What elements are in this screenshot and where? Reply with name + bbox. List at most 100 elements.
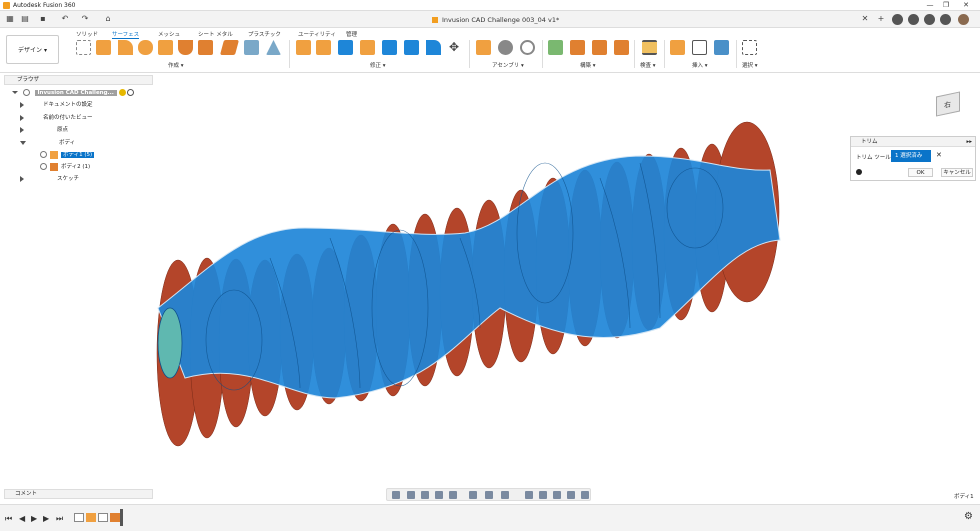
expand-icon[interactable] [20,175,24,182]
trim-icon[interactable] [338,40,353,55]
pan-icon[interactable] [421,491,429,499]
display-settings-icon[interactable] [469,491,477,499]
zoom-icon[interactable] [435,491,443,499]
table-icon[interactable] [296,40,311,55]
sweep-icon[interactable] [138,40,153,55]
effects-icon[interactable] [567,491,575,499]
collapse-icon[interactable] [12,91,18,94]
minimize-icon[interactable]: — [922,1,938,9]
timeline-feature-trim[interactable] [110,513,120,522]
body-surface[interactable] [157,155,781,399]
collapse-icon[interactable] [20,140,26,145]
group-assemble[interactable]: アセンブリ ▾ [492,61,524,69]
avatar[interactable] [958,14,969,25]
insert-mesh-icon[interactable] [692,40,707,55]
split-body-icon[interactable] [404,40,419,55]
new-tab-icon[interactable]: + [876,14,886,24]
browser-item-bodies[interactable]: ボディ [20,138,75,149]
cancel-button[interactable]: キャンセル [941,168,973,177]
object-visibility-icon[interactable] [581,491,589,499]
measure-icon[interactable] [642,40,657,55]
next-icon[interactable]: ▶ [43,514,49,523]
revolve-icon[interactable] [118,40,133,55]
extrude-icon[interactable] [96,40,111,55]
joint-icon[interactable] [498,40,513,55]
eye-icon[interactable] [22,89,30,96]
insert-derive-icon[interactable] [670,40,685,55]
timeline-feature-sketch[interactable] [74,513,84,522]
patch-icon[interactable] [178,40,193,55]
tab-utilities[interactable]: ユーティリティ [298,30,336,38]
view-cube[interactable]: 右 [928,88,966,120]
eye-icon[interactable] [40,163,47,170]
orbit-icon[interactable] [392,491,400,499]
browser-item-named-views[interactable]: 名前の付いたビュー [20,113,93,124]
tab-mesh[interactable]: メッシュ [158,30,180,38]
tab-sheet-metal[interactable]: シート メタル [198,30,233,38]
timeline-marker[interactable] [120,509,123,526]
browser-item-sketches[interactable]: スケッチ [20,174,79,185]
active-icon[interactable] [127,89,135,96]
previous-icon[interactable]: ◀ [19,514,25,523]
browser-item-body1[interactable]: ボディ1 (5) [40,150,95,161]
play-icon[interactable]: ▶ [31,514,37,523]
ok-button[interactable]: OK [908,168,933,177]
offset-plane-icon[interactable] [548,40,563,55]
midplane-icon[interactable] [592,40,607,55]
end-cap[interactable] [157,307,183,379]
split-face-icon[interactable] [382,40,397,55]
browser-header[interactable]: ブラウザ [4,75,153,85]
extensions-icon[interactable] [892,14,903,25]
tab-plastic[interactable]: プラスチック [248,30,281,38]
tab-manage[interactable]: 管理 [346,30,357,38]
grid-icon[interactable] [485,491,493,499]
loft-icon[interactable] [158,40,173,55]
tab-solid[interactable]: ソリッド [76,30,98,38]
document-tab[interactable]: Invusion CAD Challenge 003_04 v1* [432,12,559,28]
expand-icon[interactable] [20,126,24,133]
home-icon[interactable]: ⌂ [103,14,113,24]
trim-tool-selection[interactable]: 1 選択済み [891,150,931,162]
group-inspect[interactable]: 検査 ▾ [640,61,656,69]
browser-item-body2[interactable]: ボディ2 (1) [40,162,90,173]
notifications-icon[interactable] [924,14,935,25]
plane-angle-icon[interactable] [570,40,585,55]
timeline-feature-surface[interactable] [86,513,96,522]
model-viewport[interactable] [0,88,980,488]
expand-icon[interactable] [20,101,24,108]
browser-item-document-settings[interactable]: ドキュメントの設定 [20,100,93,111]
group-construct[interactable]: 構築 ▾ [580,61,596,69]
clear-selection-icon[interactable]: ✕ [936,151,942,159]
comments-bar[interactable]: コメント [4,489,153,499]
close-icon[interactable]: ✕ [958,1,974,9]
group-insert[interactable]: 挿入 ▾ [692,61,708,69]
last-icon[interactable]: ⏭ [56,514,63,524]
timeline-settings-icon[interactable]: ⚙ [964,511,973,522]
timeline-feature-sketch[interactable] [98,513,108,522]
group-select[interactable]: 選択 ▾ [742,61,758,69]
trim-dialog-header[interactable]: トリム ▸▸ [851,137,975,147]
browser-item-origin[interactable]: 原点 [20,125,68,136]
save-icon[interactable]: ▪ [38,14,48,24]
new-component-icon[interactable] [476,40,491,55]
help-icon[interactable] [940,14,951,25]
look-at-icon[interactable] [407,491,415,499]
motion-icon[interactable] [520,40,535,55]
expand-icon[interactable] [20,114,24,121]
close-tab-icon[interactable]: ✕ [860,14,870,24]
extend-icon[interactable] [360,40,375,55]
delete-icon[interactable] [316,40,331,55]
browser-root[interactable]: Invusion CAD Challeng... [12,88,135,99]
redo-icon[interactable]: ↷ [80,14,90,24]
move-icon[interactable]: ✥ [449,41,459,53]
eye-icon[interactable] [40,151,47,158]
workspace-button[interactable]: デザイン ▾ [6,35,59,64]
tangent-plane-icon[interactable] [614,40,629,55]
file-menu-icon[interactable]: ▤ [20,14,30,24]
fillet-icon[interactable] [426,40,441,55]
group-modify[interactable]: 修正 ▾ [370,61,386,69]
sketch-icon[interactable] [76,40,91,55]
fit-icon[interactable] [449,491,457,499]
ruled-icon[interactable] [198,40,213,55]
first-icon[interactable]: ⏮ [5,514,12,524]
